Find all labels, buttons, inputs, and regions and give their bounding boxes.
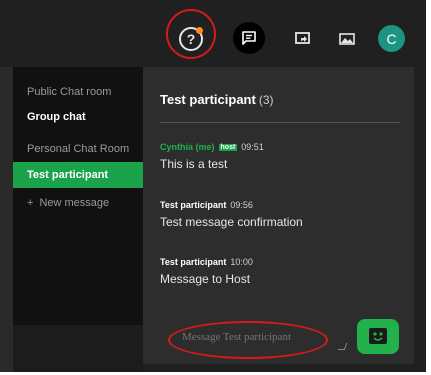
message-author: Test participant	[160, 257, 227, 267]
sidebar-footer	[13, 325, 143, 372]
sidebar-item-label: Public Chat room	[27, 86, 112, 98]
chat-title-text: Test participant	[160, 92, 256, 107]
message-author: Cynthia (me)	[160, 142, 215, 152]
help-button[interactable]: ?	[176, 24, 206, 54]
share-screen-icon	[295, 32, 310, 44]
title-divider	[160, 122, 400, 123]
message-time: 09:56	[230, 200, 253, 210]
chat-participant-count: (3)	[258, 93, 274, 107]
message-text: This is a test	[160, 157, 228, 171]
share-screen-button[interactable]	[288, 24, 318, 54]
new-message-button[interactable]: + New message	[13, 190, 143, 216]
top-toolbar: ? C	[0, 0, 426, 62]
sidebar-item-label: Personal Chat Room	[27, 143, 130, 155]
chat-room-sidebar: Public Chat room Group chat Personal Cha…	[13, 67, 143, 325]
smiley-icon	[369, 328, 387, 344]
host-badge: host	[218, 143, 238, 151]
sidebar-item-label: Group chat	[27, 111, 86, 123]
message-header: Test participant 09:56	[160, 200, 303, 210]
message-author: Test participant	[160, 200, 227, 210]
chat-icon	[242, 31, 256, 45]
message-time: 09:51	[241, 142, 264, 152]
message-text: Message to Host	[160, 272, 251, 286]
notification-dot	[196, 27, 203, 34]
message-header: Test participant 10:00	[160, 257, 253, 267]
sidebar-item-personal-chat-room[interactable]: Personal Chat Room	[13, 136, 143, 162]
new-message-label: New message	[39, 197, 110, 209]
sidebar-item-public-chat-room[interactable]: Public Chat room	[13, 79, 143, 105]
sidebar-item-label: Test participant	[27, 169, 109, 181]
message-header: Cynthia (me) host 09:51	[160, 142, 264, 152]
message-input[interactable]	[180, 323, 354, 351]
sidebar-item-group-chat[interactable]: Group chat	[13, 104, 143, 130]
message-time: 10:00	[230, 257, 253, 267]
message-compose-area	[143, 307, 414, 364]
chat-title: Test participant (3)	[160, 92, 274, 107]
left-edge	[0, 67, 13, 372]
chat-message: Cynthia (me) host 09:51 This is a test	[160, 142, 264, 171]
sidebar-item-test-participant[interactable]: Test participant	[13, 162, 143, 188]
chat-button[interactable]	[233, 22, 265, 54]
gallery-icon	[339, 33, 355, 45]
send-button[interactable]	[357, 319, 399, 354]
app-frame: ? C Public Chat room Group chat Personal…	[0, 0, 426, 372]
chat-message: Test participant 10:00 Message to Host	[160, 257, 253, 286]
message-text: Test message confirmation	[160, 215, 303, 229]
chat-message: Test participant 09:56 Test message conf…	[160, 200, 303, 229]
user-avatar[interactable]: C	[378, 25, 405, 52]
gallery-button[interactable]	[332, 24, 362, 54]
plus-icon: +	[27, 197, 34, 209]
chat-panel: Test participant (3) Cynthia (me) host 09…	[143, 67, 414, 307]
